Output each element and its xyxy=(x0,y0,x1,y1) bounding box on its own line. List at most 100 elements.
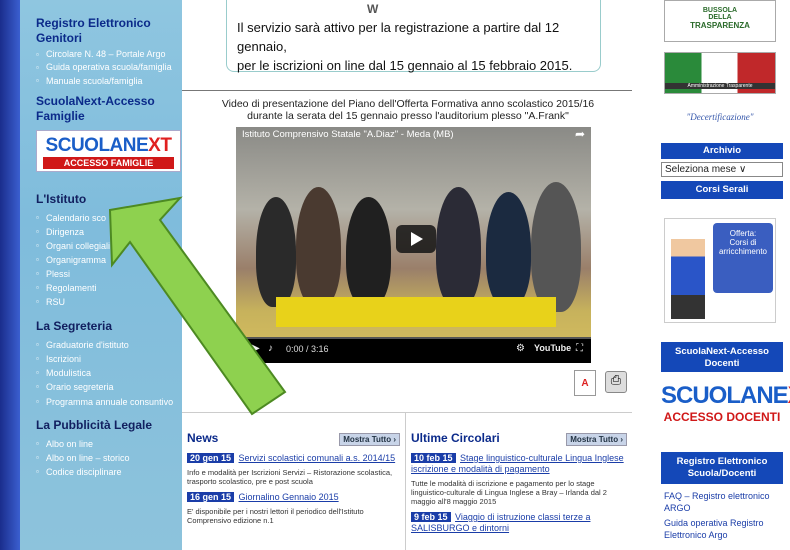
sidebar-link-circolare-48[interactable]: Circolare N. 48 – Portale Argo xyxy=(36,48,182,61)
left-edge-decoration xyxy=(0,0,20,550)
right-column: BUSSOLA DELLA TRASPARENZA Amministrazion… xyxy=(652,0,790,550)
sidebar-heading-scuolanext[interactable]: ScuolaNext-Accesso Famiglie xyxy=(20,94,182,124)
circolare-item: 9 feb 15 Viaggio di istruzione classi te… xyxy=(411,512,627,534)
sidebar-heading-registro[interactable]: Registro Elettronico Genitori xyxy=(20,0,182,46)
month-select[interactable]: Seleziona mese ∨ xyxy=(661,162,783,177)
youtube-video-player[interactable]: Istituto Comprensivo Statale "A.Diaz" - … xyxy=(236,127,591,363)
guida-registro-link[interactable]: Guida operativa Registro Elettronico Arg… xyxy=(664,517,786,541)
news-date: 20 gen 15 xyxy=(187,453,235,463)
blackboard: Offerta: Corsi di arricchimento xyxy=(713,223,773,293)
news-link[interactable]: Servizi scolastici comunali a.s. 2014/15 xyxy=(239,453,396,463)
sidebar-link-programma-annuale[interactable]: Programma annuale consuntivo xyxy=(36,394,182,410)
pubblicita-list: Albo on line Albo on line – storico Codi… xyxy=(20,437,182,479)
bussola-text-b: DELLA xyxy=(708,14,732,21)
settings-icon[interactable]: ⚙ xyxy=(516,343,525,354)
scuolanext-logo-text: SCUOLANE xyxy=(45,135,149,156)
offerta-label: Offerta: xyxy=(729,229,757,238)
sidebar-link-regolamenti[interactable]: Regolamenti xyxy=(36,281,182,295)
news-heading: News xyxy=(187,431,219,445)
circolare-date: 9 feb 15 xyxy=(411,512,451,522)
decert-text: "Decertificazione" xyxy=(686,112,754,122)
share-icon[interactable]: ➦ xyxy=(575,127,585,141)
circolare-desc: Tutte le modalità di iscrizione e pagame… xyxy=(411,479,607,506)
corsi-serali-button[interactable]: Corsi Serali xyxy=(661,181,783,199)
sidebar-link-graduatorie[interactable]: Graduatorie d'istituto xyxy=(36,338,182,352)
notice-line-2: per le iscrizioni on line dal 15 gennaio… xyxy=(237,58,573,73)
decertificazione-banner[interactable]: "Decertificazione" xyxy=(664,106,776,134)
sidebar-link-modulistica[interactable]: Modulistica xyxy=(36,366,182,380)
video-caption-line-2: durante la serata del 15 gennaio presso … xyxy=(247,110,569,122)
teacher-illustration xyxy=(671,239,705,319)
news-item: 20 gen 15 Servizi scolastici comunali a.… xyxy=(187,453,400,486)
sidebar-link-calendario[interactable]: Calendario sco xyxy=(36,211,182,225)
divider xyxy=(182,90,632,91)
offerta-corsi-banner[interactable]: Offerta: Corsi di arricchimento xyxy=(664,218,776,323)
sidebar-link-orario-segreteria[interactable]: Orario segreteria xyxy=(36,380,182,394)
video-title[interactable]: Istituto Comprensivo Statale "A.Diaz" - … xyxy=(242,129,454,140)
fullscreen-icon[interactable]: ⛶ xyxy=(576,343,583,354)
scuolanext-famiglie-logo[interactable]: SCUOLANEXT ACCESSO FAMIGLIE xyxy=(36,130,181,172)
sidebar-link-rsu[interactable]: RSU xyxy=(36,295,182,309)
istituto-list: Calendario sco Dirigenza Organi collegia… xyxy=(20,211,182,309)
news-show-all-button[interactable]: Mostra Tutto › xyxy=(339,433,400,446)
bussola-text-c: TRASPARENZA xyxy=(690,21,750,30)
news-desc: Info e modalità per Iscrizioni Servizi –… xyxy=(187,468,393,486)
sidebar-link-manuale[interactable]: Manuale scuola/famiglia xyxy=(36,74,182,88)
video-progress-bar[interactable] xyxy=(236,337,591,339)
registro-list: Circolare N. 48 – Portale Argo Guida ope… xyxy=(20,48,182,88)
video-controls: ▶ ♪ 0:00 / 3:16 ⚙ YouTube ⛶ xyxy=(236,337,591,363)
registro-docenti-button[interactable]: Registro Elettronico Scuola/Docenti xyxy=(661,452,783,484)
amm-trasp-text: Amministrazione Trasparente xyxy=(665,83,775,89)
sidebar-link-albo-storico[interactable]: Albo on line – storico xyxy=(36,451,182,465)
sidebar-heading-istituto: L'Istituto xyxy=(36,192,87,206)
video-caption: Video di presentazione del Piano dell'Of… xyxy=(185,98,631,122)
circolari-show-all-button[interactable]: Mostra Tutto › xyxy=(566,433,627,446)
sidebar-link-guida-operativa[interactable]: Guida operativa scuola/famiglia xyxy=(36,61,182,74)
sidebar-link-plessi[interactable]: Plessi xyxy=(36,267,182,281)
circolari-section: Ultime Circolari Mostra Tutto › 10 feb 1… xyxy=(406,412,632,550)
sidebar-link-albo[interactable]: Albo on line xyxy=(36,437,182,451)
notice-line-1: Il servizio sarà attivo per la registraz… xyxy=(237,20,560,54)
circolari-heading: Ultime Circolari xyxy=(411,431,500,445)
scuolanext-logo-subtitle: ACCESSO FAMIGLIE xyxy=(43,157,174,169)
offerta-label-2: Corsi di arricchimento xyxy=(718,238,767,256)
month-select-value: Seleziona mese xyxy=(665,164,737,175)
faq-registro-link[interactable]: FAQ – Registro elettronico ARGO xyxy=(664,490,786,514)
news-link[interactable]: Giornalino Gennaio 2015 xyxy=(239,492,339,502)
video-scene-table xyxy=(276,297,556,327)
archivio-heading: Archivio xyxy=(661,143,783,159)
sidebar-link-dirigenza[interactable]: Dirigenza xyxy=(36,225,182,239)
scuolanext-docenti-button[interactable]: ScuolaNext-Accesso Docenti xyxy=(661,342,783,372)
scuolanext-docenti-logo[interactable]: SCUOLANEXT ACCESSO DOCENTI xyxy=(661,382,790,424)
bussola-trasparenza-banner[interactable]: BUSSOLA DELLA TRASPARENZA xyxy=(664,0,776,42)
video-caption-line-1: Video di presentazione del Piano dell'Of… xyxy=(221,98,595,110)
sidebar-link-codice-disciplinare[interactable]: Codice disciplinare xyxy=(36,465,182,479)
page: { "sidebar": { "sec_registro": "Registro… xyxy=(0,0,790,550)
news-section: News Mostra Tutto › 20 gen 15 Servizi sc… xyxy=(182,412,406,550)
sidebar-link-organi-collegiali[interactable]: Organi collegiali xyxy=(36,239,182,253)
notice-box: W Il servizio sarà attivo per la registr… xyxy=(226,0,601,73)
news-date: 16 gen 15 xyxy=(187,492,235,502)
news-desc: E' disponibile per i nostri lettori il p… xyxy=(187,507,364,525)
pdf-icon[interactable]: A xyxy=(574,370,596,396)
print-icon[interactable]: ⎙ xyxy=(605,371,627,393)
sidebar-link-iscrizioni[interactable]: Iscrizioni xyxy=(36,352,182,366)
volume-icon[interactable]: ♪ xyxy=(268,343,273,354)
play-icon[interactable]: ▶ xyxy=(252,343,260,354)
circolare-item: 10 feb 15 Stage linguistico-culturale Li… xyxy=(411,453,627,506)
chevron-down-icon: ∨ xyxy=(738,164,747,175)
video-time: 0:00 / 3:16 xyxy=(286,344,329,354)
news-item: 16 gen 15 Giornalino Gennaio 2015 E' dis… xyxy=(187,492,400,525)
sidebar-heading-segreteria: La Segreteria xyxy=(36,319,113,333)
sndoc-logo-subtitle: ACCESSO DOCENTI xyxy=(663,410,781,424)
notice-partial-text: W xyxy=(367,2,379,16)
segreteria-list: Graduatorie d'istituto Iscrizioni Moduli… xyxy=(20,338,182,410)
sidebar: Registro Elettronico Genitori Circolare … xyxy=(20,0,182,550)
youtube-logo[interactable]: YouTube xyxy=(534,343,571,353)
sidebar-link-organigramma[interactable]: Organigramma xyxy=(36,253,182,267)
right-links: FAQ – Registro elettronico ARGO Guida op… xyxy=(664,490,786,544)
play-button[interactable] xyxy=(396,225,436,253)
sndoc-logo-text: SCUOLANE xyxy=(661,382,789,409)
amministrazione-trasparente-banner[interactable]: Amministrazione Trasparente xyxy=(664,52,776,94)
bussola-text-a: BUSSOLA xyxy=(702,7,738,14)
